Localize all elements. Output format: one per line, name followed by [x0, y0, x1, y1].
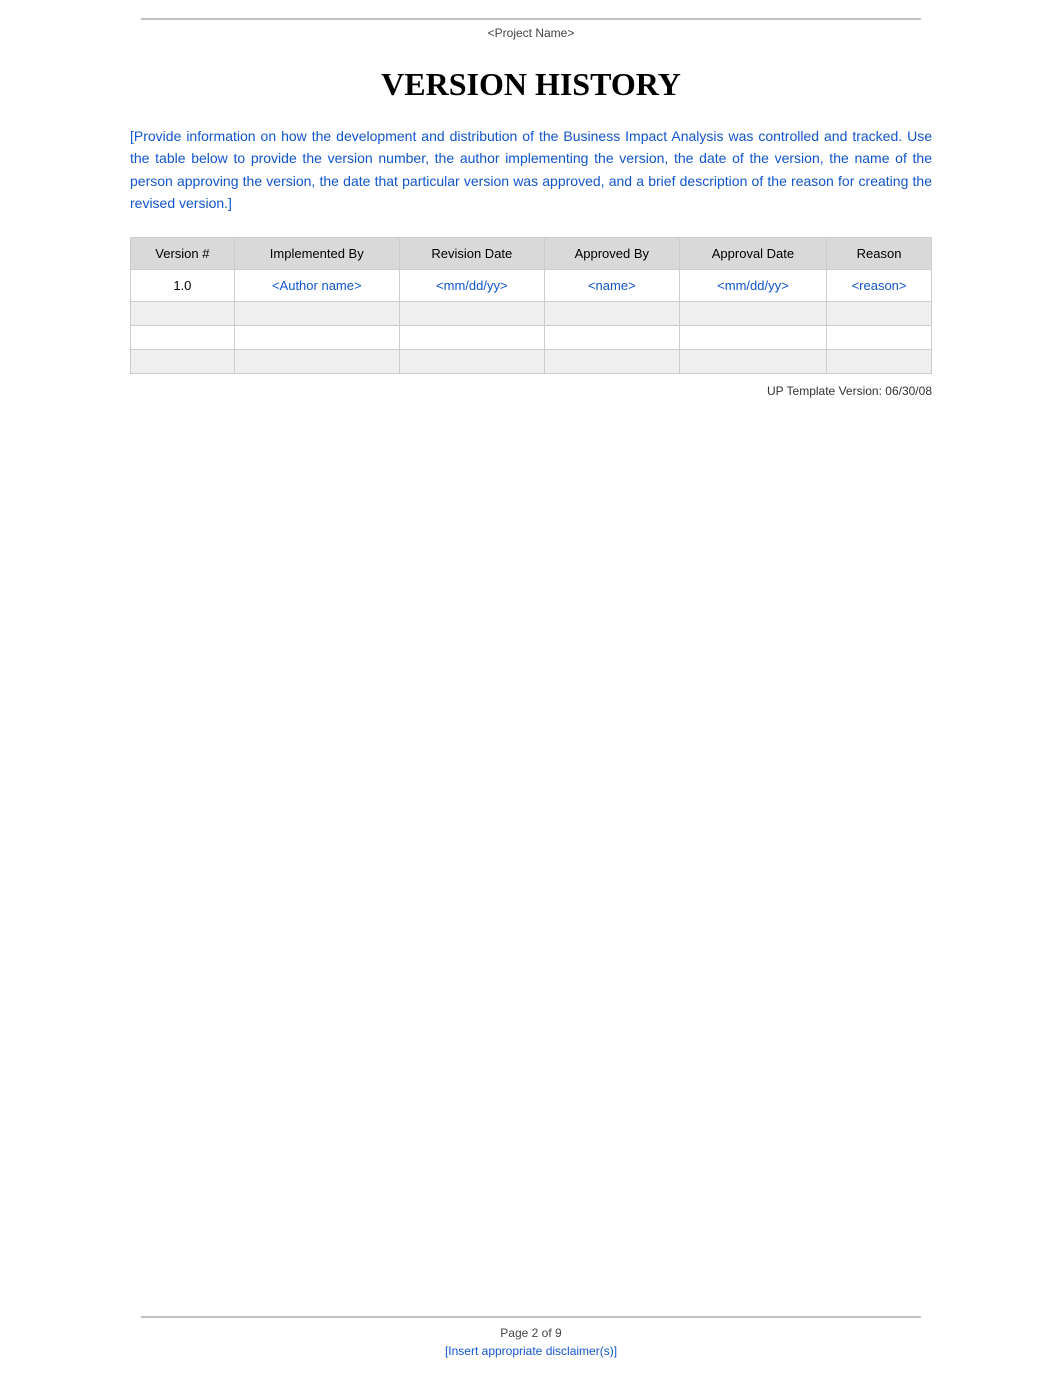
cell-version [131, 349, 235, 373]
cell-approval-date [679, 325, 826, 349]
project-name: <Project Name> [488, 26, 575, 40]
cell-approved-by [544, 301, 679, 325]
col-header-version: Version # [131, 237, 235, 269]
intro-paragraph: [Provide information on how the developm… [130, 125, 932, 215]
col-header-reason: Reason [827, 237, 932, 269]
footer-disclaimer: [Insert appropriate disclaimer(s)] [445, 1344, 617, 1358]
cell-revision-date: <mm/dd/yy> [399, 269, 544, 301]
template-version-label: UP Template Version: [767, 384, 882, 398]
cell-version: 1.0 [131, 269, 235, 301]
footer-line [141, 1316, 921, 1318]
cell-approved-by: <name> [544, 269, 679, 301]
col-header-approved-by: Approved By [544, 237, 679, 269]
cell-revision-date [399, 301, 544, 325]
cell-implemented-by [234, 349, 399, 373]
header-line [141, 18, 921, 20]
cell-implemented-by [234, 301, 399, 325]
template-version-line: UP Template Version: 06/30/08 [130, 384, 932, 398]
col-header-revision-date: Revision Date [399, 237, 544, 269]
cell-revision-date [399, 325, 544, 349]
page-footer: Page 2 of 9 [Insert appropriate disclaim… [0, 1306, 1062, 1376]
cell-approved-by [544, 325, 679, 349]
page-wrapper: <Project Name> VERSION HISTORY [Provide … [0, 0, 1062, 1376]
page-content: VERSION HISTORY [Provide information on … [0, 56, 1062, 1306]
table-row [131, 325, 932, 349]
table-row: 1.0<Author name><mm/dd/yy><name><mm/dd/y… [131, 269, 932, 301]
cell-approval-date [679, 349, 826, 373]
page-title: VERSION HISTORY [130, 66, 932, 103]
page-number: Page 2 of 9 [500, 1326, 561, 1340]
page-header: <Project Name> [0, 0, 1062, 56]
cell-reason [827, 325, 932, 349]
template-version-value: 06/30/08 [885, 384, 932, 398]
cell-version [131, 325, 235, 349]
table-row [131, 301, 932, 325]
version-history-table: Version # Implemented By Revision Date A… [130, 237, 932, 374]
cell-reason [827, 349, 932, 373]
cell-approval-date [679, 301, 826, 325]
cell-implemented-by [234, 325, 399, 349]
table-row [131, 349, 932, 373]
cell-version [131, 301, 235, 325]
cell-approved-by [544, 349, 679, 373]
cell-approval-date: <mm/dd/yy> [679, 269, 826, 301]
cell-implemented-by: <Author name> [234, 269, 399, 301]
cell-reason [827, 301, 932, 325]
col-header-implemented-by: Implemented By [234, 237, 399, 269]
cell-reason: <reason> [827, 269, 932, 301]
table-header-row: Version # Implemented By Revision Date A… [131, 237, 932, 269]
cell-revision-date [399, 349, 544, 373]
col-header-approval-date: Approval Date [679, 237, 826, 269]
